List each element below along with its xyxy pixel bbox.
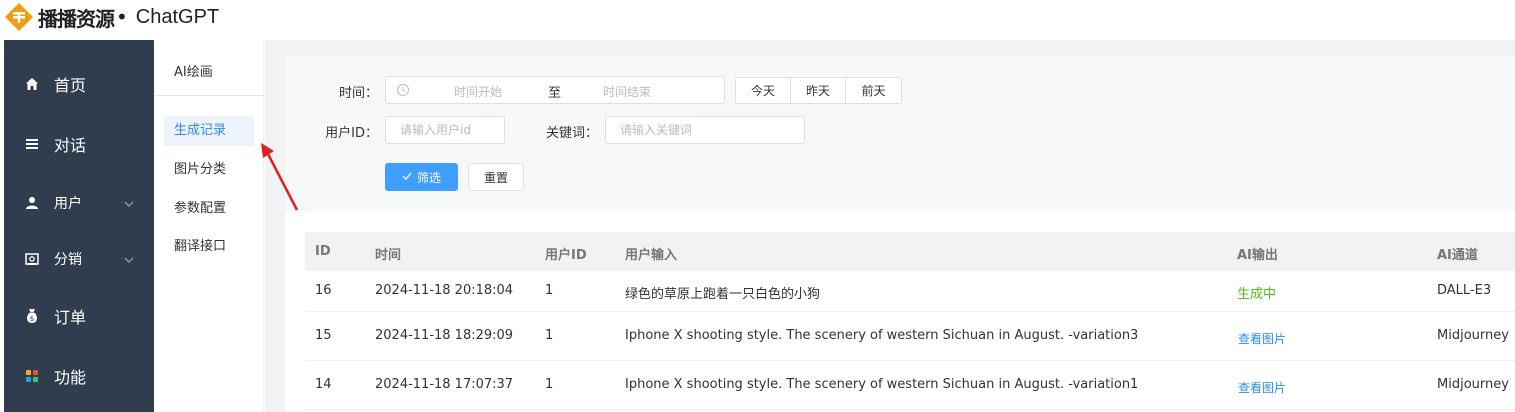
top-bar: 播播资源 • ChatGPT	[0, 0, 1515, 40]
sidebar-item-label: 对话	[54, 136, 87, 155]
date-range-picker[interactable]: 时间开始 至 时间结束	[385, 76, 725, 104]
submenu-item-records[interactable]: 生成记录	[164, 116, 254, 146]
time-label: 时间：	[338, 86, 378, 101]
range-separator: 至	[548, 86, 562, 101]
clock-icon	[396, 83, 410, 97]
user-id-label: 用户ID：	[325, 126, 378, 141]
yesterday-button[interactable]: 昨天	[791, 78, 846, 103]
column-header-time: 时间	[375, 248, 402, 263]
column-header-output: AI输出	[1237, 248, 1278, 263]
column-header-channel: AI通道	[1437, 248, 1478, 263]
day-before-button[interactable]: 前天	[846, 78, 901, 103]
annotation-arrow-icon	[261, 143, 299, 211]
chevron-down-icon	[124, 253, 134, 263]
submenu: AI绘画 生成记录 图片分类 参数配置 翻译接口	[154, 40, 264, 412]
sidebar-item-home[interactable]: 首页	[4, 54, 154, 114]
sidebar-item-label: 首页	[54, 76, 87, 95]
money-bag-icon: $	[24, 308, 40, 324]
keyword-label: 关键词：	[545, 126, 598, 141]
cell-time: 2024-11-18 17:07:37	[375, 377, 514, 392]
filter-button-label: 筛选	[416, 170, 441, 185]
brand-name: 播播资源	[38, 6, 115, 31]
filter-button[interactable]: 筛选	[385, 163, 458, 191]
status-badge: 生成中	[1237, 287, 1277, 302]
reset-button[interactable]: 重置	[468, 163, 524, 191]
column-header-id: ID	[315, 244, 331, 259]
chevron-down-icon	[124, 197, 134, 207]
menu-icon	[24, 136, 40, 152]
logo[interactable]: 播播资源 • ChatGPT	[4, 0, 219, 34]
home-icon	[24, 76, 40, 92]
sidebar-item-label: 分销	[54, 252, 82, 268]
quick-date-group: 今天 昨天 前天	[735, 77, 902, 104]
cell-channel: Midjourney	[1437, 377, 1509, 392]
cell-id: 16	[315, 283, 332, 298]
share-icon	[24, 251, 40, 267]
keyword-input[interactable]	[605, 116, 805, 144]
submenu-item-categories[interactable]: 图片分类	[164, 155, 254, 185]
cell-input: Iphone X shooting style. The scenery of …	[625, 377, 1139, 392]
table-row: 16 2024-11-18 20:18:04 1 绿色的草原上跑着一只白色的小狗…	[305, 271, 1515, 312]
table-row: 15 2024-11-18 18:29:09 1 Iphone X shooti…	[305, 312, 1515, 361]
cell-time: 2024-11-18 18:29:09	[375, 328, 514, 343]
sidebar-item-label: 用户	[54, 196, 82, 212]
grid-icon	[24, 368, 40, 384]
cell-input: 绿色的草原上跑着一只白色的小狗	[625, 287, 821, 302]
sidebar: 首页 对话 用户 分销 $ 订单 功能	[4, 40, 154, 412]
submenu-title: AI绘画	[174, 65, 213, 80]
sidebar-item-label: 功能	[54, 368, 87, 387]
brand-dot: •	[116, 5, 128, 29]
end-date-input[interactable]: 时间结束	[603, 83, 651, 100]
cell-id: 15	[315, 328, 332, 343]
sidebar-item-distribution[interactable]: 分销	[4, 229, 154, 289]
start-date-input[interactable]: 时间开始	[454, 83, 502, 100]
sidebar-item-label: 订单	[54, 308, 87, 327]
logo-icon	[4, 2, 34, 32]
cell-input: Iphone X shooting style. The scenery of …	[625, 328, 1139, 343]
column-header-input: 用户输入	[625, 248, 678, 263]
divider	[154, 95, 264, 96]
app-name: ChatGPT	[135, 5, 220, 28]
cell-user-id: 1	[545, 377, 554, 392]
cell-time: 2024-11-18 20:18:04	[375, 283, 514, 298]
column-header-user-id: 用户ID	[545, 248, 587, 263]
user-id-input[interactable]	[385, 116, 505, 144]
cell-user-id: 1	[545, 283, 554, 298]
user-icon	[24, 195, 40, 211]
view-image-link[interactable]: 查看图片	[1238, 379, 1286, 396]
cell-user-id: 1	[545, 328, 554, 343]
cell-id: 14	[315, 377, 332, 392]
check-icon	[402, 170, 412, 184]
submenu-item-translate[interactable]: 翻译接口	[164, 232, 254, 262]
view-image-link[interactable]: 查看图片	[1238, 330, 1286, 347]
sidebar-item-features[interactable]: 功能	[4, 346, 154, 406]
svg-text:$: $	[30, 315, 34, 323]
table-header: ID 时间 用户ID 用户输入 AI输出 AI通道	[305, 232, 1515, 271]
today-button[interactable]: 今天	[736, 78, 791, 103]
sidebar-item-users[interactable]: 用户	[4, 173, 154, 233]
sidebar-item-orders[interactable]: $ 订单	[4, 286, 154, 346]
submenu-item-params[interactable]: 参数配置	[164, 194, 254, 224]
table-row: 14 2024-11-18 17:07:37 1 Iphone X shooti…	[305, 361, 1515, 410]
cell-channel: Midjourney	[1437, 328, 1509, 343]
cell-channel: DALL-E3	[1437, 283, 1492, 298]
sidebar-item-chat[interactable]: 对话	[4, 114, 154, 174]
